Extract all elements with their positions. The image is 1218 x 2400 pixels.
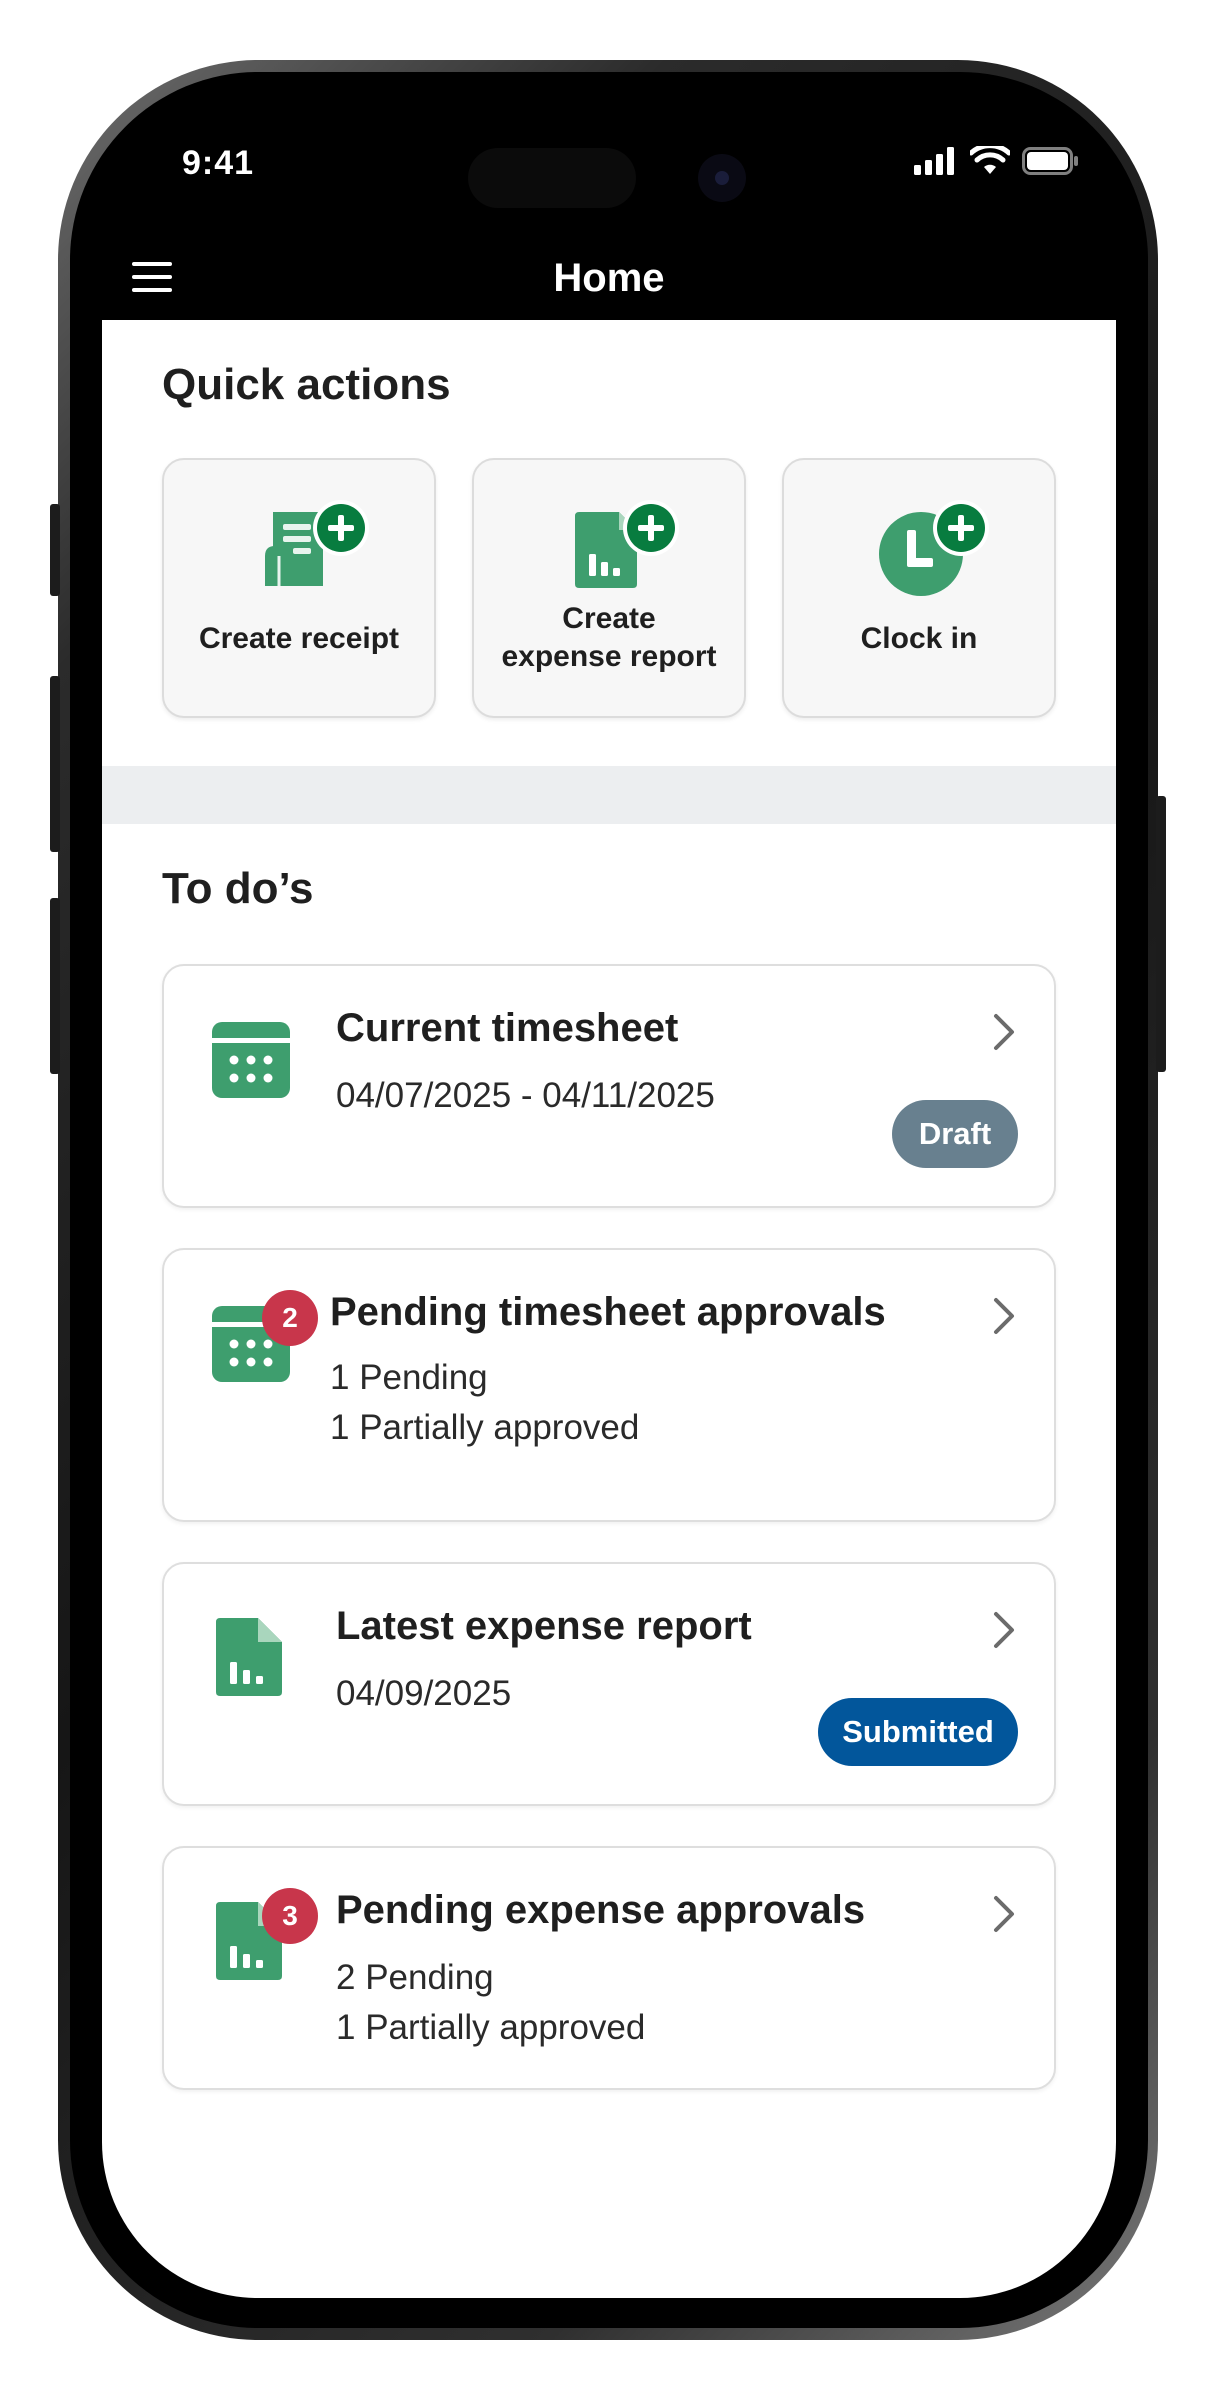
quick-actions-title: Quick actions	[162, 360, 451, 409]
current-timesheet-title: Current timesheet	[336, 1006, 679, 1050]
create-expense-report-label: Create expense report	[480, 600, 738, 676]
timesheet-partially-approved-count: 1 Partially approved	[330, 1408, 640, 1447]
create-receipt-label: Create receipt	[198, 622, 400, 655]
clock-in-button[interactable]: Clock in	[782, 458, 1056, 718]
create-receipt-button[interactable]: Create receipt	[162, 458, 436, 718]
expense-partially-approved-count: 1 Partially approved	[336, 2008, 646, 2047]
create-expense-report-label-line2: expense report	[501, 640, 717, 673]
expense-report-date: 04/09/2025	[336, 1674, 512, 1713]
chevron-right-icon	[994, 1896, 1014, 1932]
navigation-bar: Home	[102, 242, 1116, 320]
report-icon	[216, 1618, 282, 1696]
cellular-signal-icon	[914, 147, 954, 175]
power-button	[1156, 796, 1166, 1072]
latest-expense-report-title: Latest expense report	[336, 1604, 752, 1648]
status-badge-submitted: Submitted	[818, 1698, 1018, 1766]
status-bar: 9:41	[102, 102, 1116, 242]
current-timesheet-card[interactable]: Current timesheet 04/07/2025 - 04/11/202…	[162, 964, 1056, 1208]
pending-count-badge: 2	[262, 1290, 318, 1346]
create-expense-report-button[interactable]: Create expense report	[472, 458, 746, 718]
section-divider	[102, 766, 1116, 824]
todos-title: To do’s	[162, 864, 314, 913]
clock-add-icon	[879, 500, 989, 596]
calendar-icon	[212, 1022, 290, 1098]
status-badge-draft: Draft	[892, 1100, 1018, 1168]
timesheet-pending-count: 1 Pending	[330, 1358, 488, 1397]
status-icons	[914, 146, 1080, 176]
quick-actions-row: Create receipt Create expense report Clo…	[162, 458, 1056, 718]
chevron-right-icon	[994, 1298, 1014, 1334]
pending-expense-approvals-title: Pending expense approvals	[336, 1888, 866, 1932]
battery-icon	[1022, 147, 1078, 175]
volume-up-button	[50, 676, 60, 852]
dynamic-island	[468, 148, 636, 208]
front-camera	[698, 154, 746, 202]
clock-in-label: Clock in	[860, 622, 978, 655]
page-title: Home	[553, 256, 665, 300]
expense-pending-count: 2 Pending	[336, 1958, 494, 1997]
pending-timesheet-approvals-title: Pending timesheet approvals	[330, 1290, 886, 1334]
receipt-add-icon	[265, 500, 369, 586]
status-time: 9:41	[182, 144, 255, 182]
volume-down-button	[50, 898, 60, 1074]
pending-expense-approvals-card[interactable]: 3 Pending expense approvals 2 Pending 1 …	[162, 1846, 1056, 2090]
home-content: Quick actions Create receipt Create expe…	[102, 320, 1116, 2298]
timesheet-date-range: 04/07/2025 - 04/11/2025	[336, 1076, 715, 1115]
chevron-right-icon	[994, 1612, 1014, 1648]
pending-count-badge: 3	[262, 1888, 318, 1944]
report-add-icon	[575, 500, 679, 588]
create-expense-report-label-line1: Create	[562, 602, 656, 635]
chevron-right-icon	[994, 1014, 1014, 1050]
latest-expense-report-card[interactable]: Latest expense report 04/09/2025 Submitt…	[162, 1562, 1056, 1806]
pending-timesheet-approvals-card[interactable]: 2 Pending timesheet approvals 1 Pending …	[162, 1248, 1056, 1522]
screen: 9:41 Home Quick actions Create receipt C…	[102, 102, 1116, 2298]
wifi-icon	[970, 146, 1010, 174]
action-button	[50, 504, 60, 596]
